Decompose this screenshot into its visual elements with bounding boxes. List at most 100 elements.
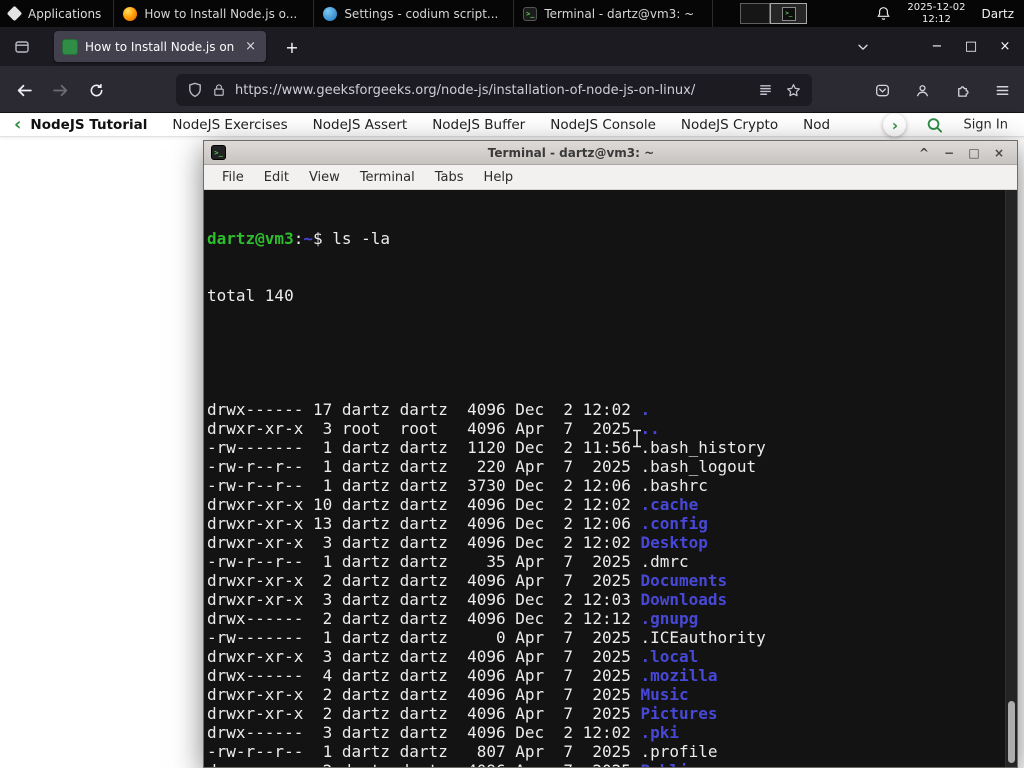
site-nav-items: NodeJS Tutorial NodeJS Exercises NodeJS As… — [30, 117, 830, 133]
account-button[interactable] — [906, 74, 938, 106]
nav-back-chevron[interactable]: ‹ — [14, 116, 21, 134]
firefox-view-icon — [15, 41, 29, 53]
file-name: Desktop — [640, 533, 708, 552]
site-nav: ‹ NodeJS Tutorial NodeJS Exercises NodeJS … — [0, 113, 1024, 137]
close-button[interactable]: × — [988, 27, 1022, 66]
terminal-scrollbar[interactable] — [1005, 190, 1017, 767]
terminal-output-line: -rw------- 1 dartz dartz 1120 Dec 2 11:5… — [207, 438, 1004, 457]
site-nav-item[interactable]: NodeJS Console — [550, 117, 656, 133]
file-meta: drwxr-xr-x 13 dartz dartz 4096 Dec 2 12:… — [207, 514, 641, 533]
taskbar-button-label: Settings - codium script... — [344, 6, 499, 21]
distro-icon — [6, 5, 23, 22]
close-button[interactable]: × — [991, 142, 1007, 164]
forward-button[interactable] — [44, 74, 76, 106]
new-tab-button[interactable]: + — [280, 35, 304, 59]
site-nav-item[interactable]: NodeJS Exercises — [172, 117, 287, 133]
file-name: Pictures — [640, 704, 718, 723]
file-meta: drwxr-xr-x 2 dartz dartz 4096 Apr 7 2025 — [207, 685, 641, 704]
applications-menu-button[interactable]: Applications — [0, 0, 113, 27]
file-name: . — [640, 400, 651, 419]
terminal-output-line: drwx------ 4 dartz dartz 4096 Apr 7 2025… — [207, 666, 1004, 685]
taskbar-button[interactable]: Settings - codium script... — [313, 0, 513, 27]
tab-title: How to Install Node.js on — [85, 39, 235, 54]
tab-close-button[interactable]: × — [243, 39, 258, 54]
menu-item[interactable]: Help — [474, 170, 524, 185]
browser-toolbar: https://www.geeksforgeeks.org/node-js/in… — [0, 66, 1024, 113]
file-meta: drwx------ 4 dartz dartz 4096 Apr 7 2025 — [207, 666, 641, 685]
menu-item[interactable]: Tabs — [425, 170, 474, 185]
workspace-window-icon — [781, 6, 796, 21]
terminal-output-line: drwx------ 2 dartz dartz 4096 Dec 2 12:1… — [207, 609, 1004, 628]
menu-item[interactable]: File — [212, 170, 254, 185]
reload-button[interactable] — [80, 74, 112, 106]
terminal-output: dartz@vm3:~$ ls -la total 140 drwx------… — [207, 191, 1004, 767]
back-button[interactable] — [8, 74, 40, 106]
workspace-cell-active[interactable] — [770, 3, 808, 24]
list-all-tabs-button[interactable] — [850, 34, 876, 60]
workspace-cell[interactable] — [740, 3, 771, 24]
terminal-titlebar[interactable]: Terminal - dartz@vm3: ~ ^ − □ × — [204, 141, 1017, 165]
terminal-viewport[interactable]: dartz@vm3:~$ ls -la total 140 drwx------… — [204, 190, 1017, 767]
url-bar[interactable]: https://www.geeksforgeeks.org/node-js/in… — [176, 74, 812, 106]
file-meta: drwxr-xr-x 3 dartz dartz 4096 Dec 2 12:0… — [207, 533, 641, 552]
site-nav-item[interactable]: NodeJS Tutorial — [30, 117, 147, 133]
browser-tab[interactable]: How to Install Node.js on × — [54, 31, 266, 62]
menu-item[interactable]: Edit — [254, 170, 299, 185]
gfg-favicon — [62, 38, 78, 55]
file-name: .bash_logout — [640, 457, 757, 476]
menu-item[interactable]: Terminal — [350, 170, 425, 185]
site-nav-item[interactable]: NodeJS Assert — [313, 117, 408, 133]
clock: 2025-12-02 12:12 — [907, 2, 965, 26]
prompt-dollar: $ — [312, 229, 333, 248]
site-nav-right: › Sign In — [883, 113, 1008, 137]
maximize-button[interactable]: □ — [966, 142, 982, 164]
minimize-button[interactable]: − — [920, 27, 954, 66]
nav-forward-chevron[interactable]: › — [883, 113, 907, 137]
menu-item[interactable]: View — [299, 170, 350, 185]
workspace-switcher[interactable] — [740, 3, 808, 24]
file-name: .bashrc — [640, 476, 708, 495]
scrollbar-thumb[interactable] — [1008, 701, 1015, 763]
lock-icon[interactable] — [212, 83, 226, 97]
file-name: Music — [640, 685, 689, 704]
terminal-title: Terminal - dartz@vm3: ~ — [487, 145, 655, 160]
site-nav-item[interactable]: NodeJS DNS — [803, 117, 830, 133]
file-meta: drwx------ 2 dartz dartz 4096 Dec 2 12:1… — [207, 609, 641, 628]
bookmark-star-icon[interactable] — [786, 83, 801, 98]
file-meta: drwxr-xr-x 10 dartz dartz 4096 Dec 2 12:… — [207, 495, 641, 514]
file-meta: drwxr-xr-x 2 dartz dartz 4096 Apr 7 2025 — [207, 704, 641, 723]
pocket-button[interactable] — [866, 74, 898, 106]
puzzle-icon — [957, 85, 969, 97]
notifications-bell-icon[interactable] — [876, 6, 891, 21]
file-meta: -rw-r--r-- 1 dartz dartz 807 Apr 7 2025 — [207, 742, 641, 761]
tracking-shield-icon[interactable] — [187, 82, 203, 98]
site-nav-item[interactable]: NodeJS Buffer — [432, 117, 525, 133]
taskbar-button[interactable]: How to Install Node.js o... — [113, 0, 313, 27]
file-name: .dmrc — [640, 552, 689, 571]
browser-window-controls: − □ × — [920, 27, 1022, 66]
minimize-button[interactable]: − — [941, 142, 957, 164]
search-icon[interactable] — [926, 117, 943, 134]
url-text[interactable]: https://www.geeksforgeeks.org/node-js/in… — [235, 83, 749, 98]
terminal-output-line: drwxr-xr-x 2 dartz dartz 4096 Apr 7 2025… — [207, 704, 1004, 723]
back-icon — [17, 84, 32, 96]
terminal-output-line: -rw-r--r-- 1 dartz dartz 3730 Dec 2 12:0… — [207, 476, 1004, 495]
terminal-output-line: drwx------ 17 dartz dartz 4096 Dec 2 12:… — [207, 400, 1004, 419]
sign-in-button[interactable]: Sign In — [963, 118, 1008, 133]
applications-label: Applications — [28, 6, 102, 21]
panel-status-area: 2025-12-02 12:12 Dartz — [876, 0, 1024, 27]
reader-mode-icon[interactable] — [758, 83, 773, 98]
taskbar-app-icon — [323, 6, 338, 21]
taskbar-app-icon — [123, 6, 138, 21]
site-nav-item[interactable]: NodeJS Crypto — [681, 117, 778, 133]
file-name: Downloads — [640, 590, 728, 609]
forward-icon — [52, 84, 67, 96]
pocket-icon — [875, 84, 889, 96]
maximize-button[interactable]: □ — [954, 27, 988, 66]
app-menu-button[interactable] — [986, 74, 1018, 106]
extensions-button[interactable] — [946, 74, 978, 106]
taskbar-button[interactable]: Terminal - dartz@vm3: ~ — [513, 0, 714, 27]
shade-button[interactable]: ^ — [916, 142, 932, 164]
file-name: Public — [640, 761, 698, 767]
firefox-view-button[interactable] — [8, 34, 36, 60]
